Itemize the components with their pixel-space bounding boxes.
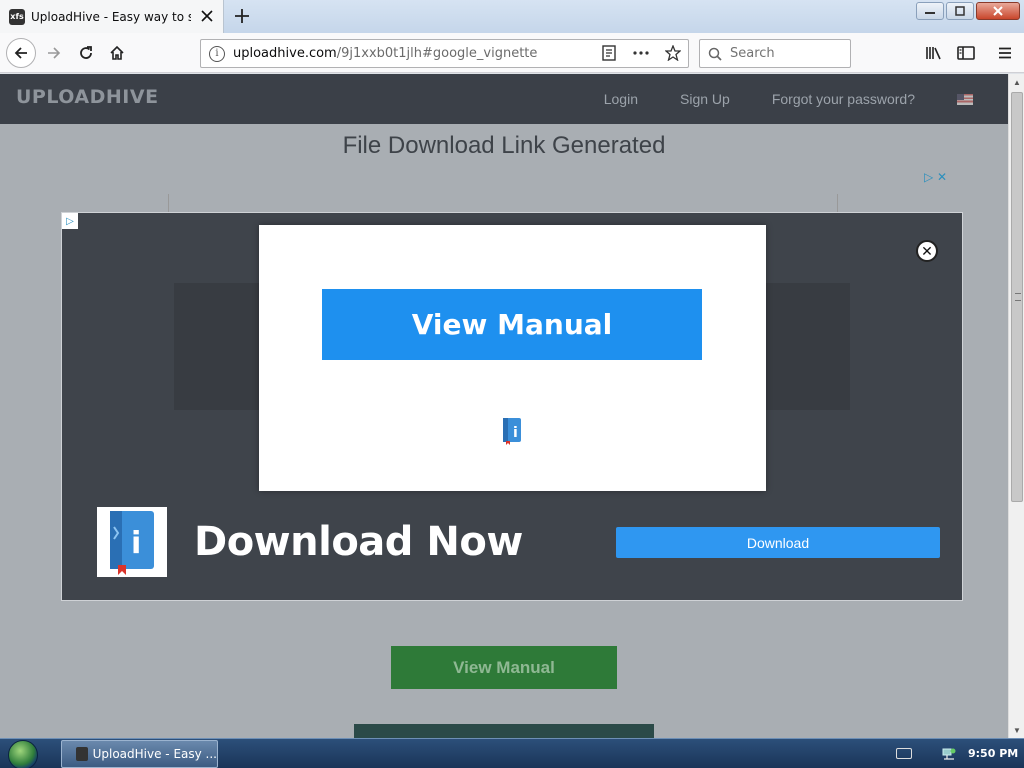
address-bar[interactable]: i uploadhive.com/9j1xxb0t1jlh#google_vig… <box>200 39 689 68</box>
home-icon[interactable] <box>103 39 131 67</box>
url-host: uploadhive.com <box>233 46 337 61</box>
keyboard-icon[interactable] <box>896 748 912 759</box>
tab-title: UploadHive - Easy way to share <box>31 9 191 24</box>
view-manual-button[interactable]: View Manual <box>322 289 702 360</box>
manual-book-icon: i <box>503 418 521 445</box>
scroll-up-arrow-icon[interactable]: ▲ <box>1009 74 1024 90</box>
manual-book-large-icon: i <box>110 511 154 575</box>
view-manual-background-button[interactable]: View Manual <box>391 646 617 689</box>
forward-arrow-icon[interactable] <box>40 39 68 67</box>
sidebar-icon[interactable] <box>955 42 977 64</box>
start-button[interactable] <box>8 740 38 768</box>
login-link[interactable]: Login <box>604 91 638 107</box>
navigation-toolbar: i uploadhive.com/9j1xxb0t1jlh#google_vig… <box>0 33 1024 73</box>
vertical-scrollbar[interactable]: ▲ ▼ <box>1008 74 1024 738</box>
adchoices-top-icon[interactable]: ▷ ✕ <box>924 170 947 184</box>
reader-view-icon[interactable] <box>600 44 618 62</box>
scroll-down-arrow-icon[interactable]: ▼ <box>1009 722 1024 738</box>
us-flag-icon[interactable] <box>957 93 973 105</box>
new-tab-button[interactable] <box>230 4 254 28</box>
library-icon[interactable] <box>923 42 945 64</box>
browser-tab[interactable]: xfs UploadHive - Easy way to share <box>0 0 224 33</box>
download-now-headline[interactable]: Download Now <box>194 519 523 565</box>
bookmark-star-icon[interactable] <box>664 44 682 62</box>
url-text[interactable]: uploadhive.com/9j1xxb0t1jlh#google_vigne… <box>233 46 537 61</box>
url-path: /9j1xxb0t1jlh#google_vignette <box>336 46 538 61</box>
page-title: File Download Link Generated <box>342 132 666 159</box>
signup-link[interactable]: Sign Up <box>680 91 730 107</box>
scroll-thumb[interactable] <box>1011 92 1023 502</box>
more-actions-icon[interactable] <box>632 44 650 62</box>
hamburger-menu-icon[interactable] <box>994 42 1016 64</box>
maximize-button[interactable] <box>946 2 974 20</box>
search-bar[interactable]: Search <box>699 39 851 68</box>
taskbar-item-firefox[interactable]: UploadHive - Easy ... <box>61 740 218 768</box>
ad-close-button[interactable]: ✕ <box>916 240 938 262</box>
page-viewport: UPLOADHIVE Login Sign Up Forgot your pas… <box>0 74 1008 738</box>
reload-icon[interactable] <box>72 39 100 67</box>
ad-placeholder <box>168 194 838 214</box>
tab-close-icon[interactable] <box>199 8 215 24</box>
download-button[interactable]: Download <box>616 527 940 558</box>
windows-taskbar: UploadHive - Easy ... 9:50 PM <box>0 738 1024 768</box>
site-logo[interactable]: UPLOADHIVE <box>16 86 159 108</box>
network-icon[interactable] <box>942 747 956 761</box>
site-header: UPLOADHIVE Login Sign Up Forgot your pas… <box>0 74 1008 124</box>
app-icon <box>76 747 88 761</box>
site-favicon-icon: xfs <box>9 8 25 25</box>
book-tile[interactable]: i <box>97 507 167 577</box>
scroll-grip <box>1015 293 1021 301</box>
minimize-button[interactable] <box>916 2 944 20</box>
url-actions <box>600 44 682 62</box>
ad-modal: View Manual i <box>259 225 766 491</box>
taskbar-item-label: UploadHive - Easy ... <box>92 747 217 761</box>
system-clock[interactable]: 9:50 PM <box>968 747 1018 760</box>
vignette-ad: ▷ View Manual i ✕ i Download Now Downloa… <box>61 212 963 601</box>
forgot-password-link[interactable]: Forgot your password? <box>772 91 915 107</box>
info-icon[interactable]: i <box>209 45 225 62</box>
search-icon <box>708 47 722 61</box>
svg-text:i: i <box>131 526 141 561</box>
search-input[interactable]: Search <box>730 46 775 61</box>
adchoices-icon[interactable]: ▷ <box>62 213 78 229</box>
back-arrow-icon[interactable] <box>6 38 36 68</box>
tab-strip: xfs UploadHive - Easy way to share <box>0 0 1024 33</box>
window-controls <box>916 2 1020 20</box>
window-close-button[interactable] <box>976 2 1020 20</box>
site-nav: Login Sign Up Forgot your password? <box>604 91 973 107</box>
background-ad-bar <box>354 724 654 738</box>
svg-text:i: i <box>513 425 518 441</box>
